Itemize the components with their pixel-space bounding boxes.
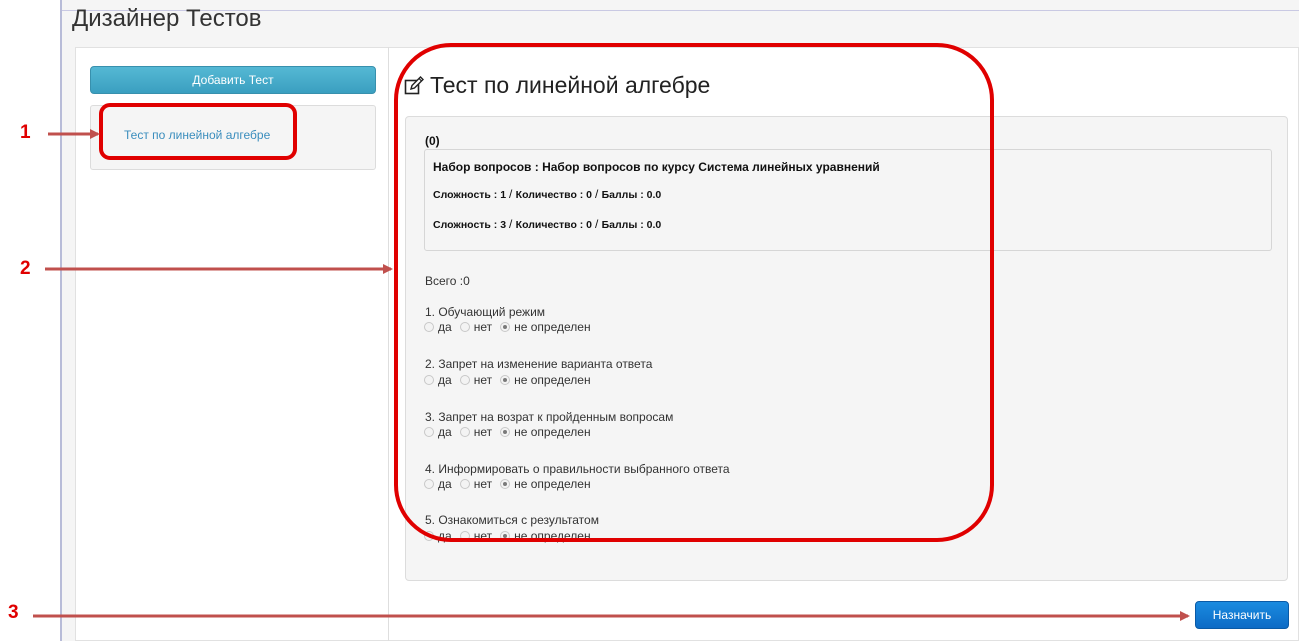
radio-undefined-label: не определен (514, 425, 591, 439)
radio-yes-label: да (438, 529, 452, 543)
option-radio-group: да нет не определен (424, 425, 599, 439)
radio-yes[interactable] (424, 479, 434, 489)
radio-no-label: нет (473, 529, 493, 543)
option-title: 4. Информировать о правильности выбранно… (425, 462, 730, 476)
quantity-value: Количество : 0 (515, 219, 593, 231)
option-radio-group: да нет не определен (424, 320, 599, 334)
radio-undefined[interactable] (500, 479, 511, 489)
difficulty-value: Сложность : 1 (433, 189, 507, 201)
marker-3: 3 (8, 602, 19, 623)
option-radio-group: да нет не определен (424, 529, 599, 543)
marker-1: 1 (20, 122, 31, 143)
points-value: Баллы : 0.0 (601, 219, 662, 231)
assign-button[interactable]: Назначить (1195, 601, 1289, 629)
marker-2: 2 (20, 258, 31, 279)
radio-undefined[interactable] (500, 531, 511, 541)
radio-yes[interactable] (424, 375, 434, 385)
app-title: Дизайнер Тестов (72, 5, 262, 32)
page-title: Тест по линейной алгебре (404, 72, 710, 99)
radio-undefined[interactable] (500, 375, 511, 385)
question-set-title: Набор вопросов : Набор вопросов по курсу… (433, 160, 880, 174)
option-radio-group: да нет не определен (424, 477, 599, 491)
radio-undefined-label: не определен (514, 320, 591, 334)
radio-yes-label: да (438, 477, 452, 491)
option-title: 1. Обучающий режим (425, 305, 546, 319)
radio-no-label: нет (473, 373, 493, 387)
page-title-text: Тест по линейной алгебре (430, 72, 711, 98)
test-list-item[interactable]: Тест по линейной алгебре (124, 128, 270, 142)
radio-no[interactable] (459, 479, 470, 489)
option-title: 2. Запрет на изменение варианта ответа (425, 357, 653, 371)
add-test-button[interactable]: Добавить Тест (90, 66, 376, 94)
total-label: Всего :0 (425, 274, 470, 288)
radio-yes[interactable] (424, 531, 434, 541)
quantity-value: Количество : 0 (515, 189, 593, 201)
radio-no[interactable] (459, 322, 470, 332)
difficulty-value: Сложность : 3 (433, 219, 507, 231)
option-radio-group: да нет не определен (424, 373, 599, 387)
radio-no-label: нет (473, 477, 493, 491)
option-title: 3. Запрет на возрат к пройденным вопроса… (425, 410, 674, 424)
edit-icon (404, 75, 424, 94)
radio-yes[interactable] (424, 322, 434, 332)
radio-yes[interactable] (424, 427, 434, 437)
radio-undefined[interactable] (500, 427, 511, 437)
difficulty-row: Сложность : 1 / Количество : 0 / Баллы :… (433, 187, 662, 201)
question-count: (0) (425, 134, 440, 148)
radio-undefined[interactable] (500, 322, 511, 332)
radio-no[interactable] (459, 427, 470, 437)
radio-yes-label: да (438, 373, 452, 387)
radio-undefined-label: не определен (514, 529, 591, 543)
points-value: Баллы : 0.0 (601, 189, 662, 201)
radio-no[interactable] (459, 375, 470, 385)
option-title: 5. Ознакомиться с результатом (425, 513, 599, 527)
radio-no-label: нет (473, 320, 493, 334)
radio-no[interactable] (459, 531, 470, 541)
radio-undefined-label: не определен (514, 477, 591, 491)
radio-undefined-label: не определен (514, 373, 591, 387)
radio-yes-label: да (438, 320, 452, 334)
radio-yes-label: да (438, 425, 452, 439)
radio-no-label: нет (473, 425, 493, 439)
difficulty-row: Сложность : 3 / Количество : 0 / Баллы :… (433, 217, 662, 231)
